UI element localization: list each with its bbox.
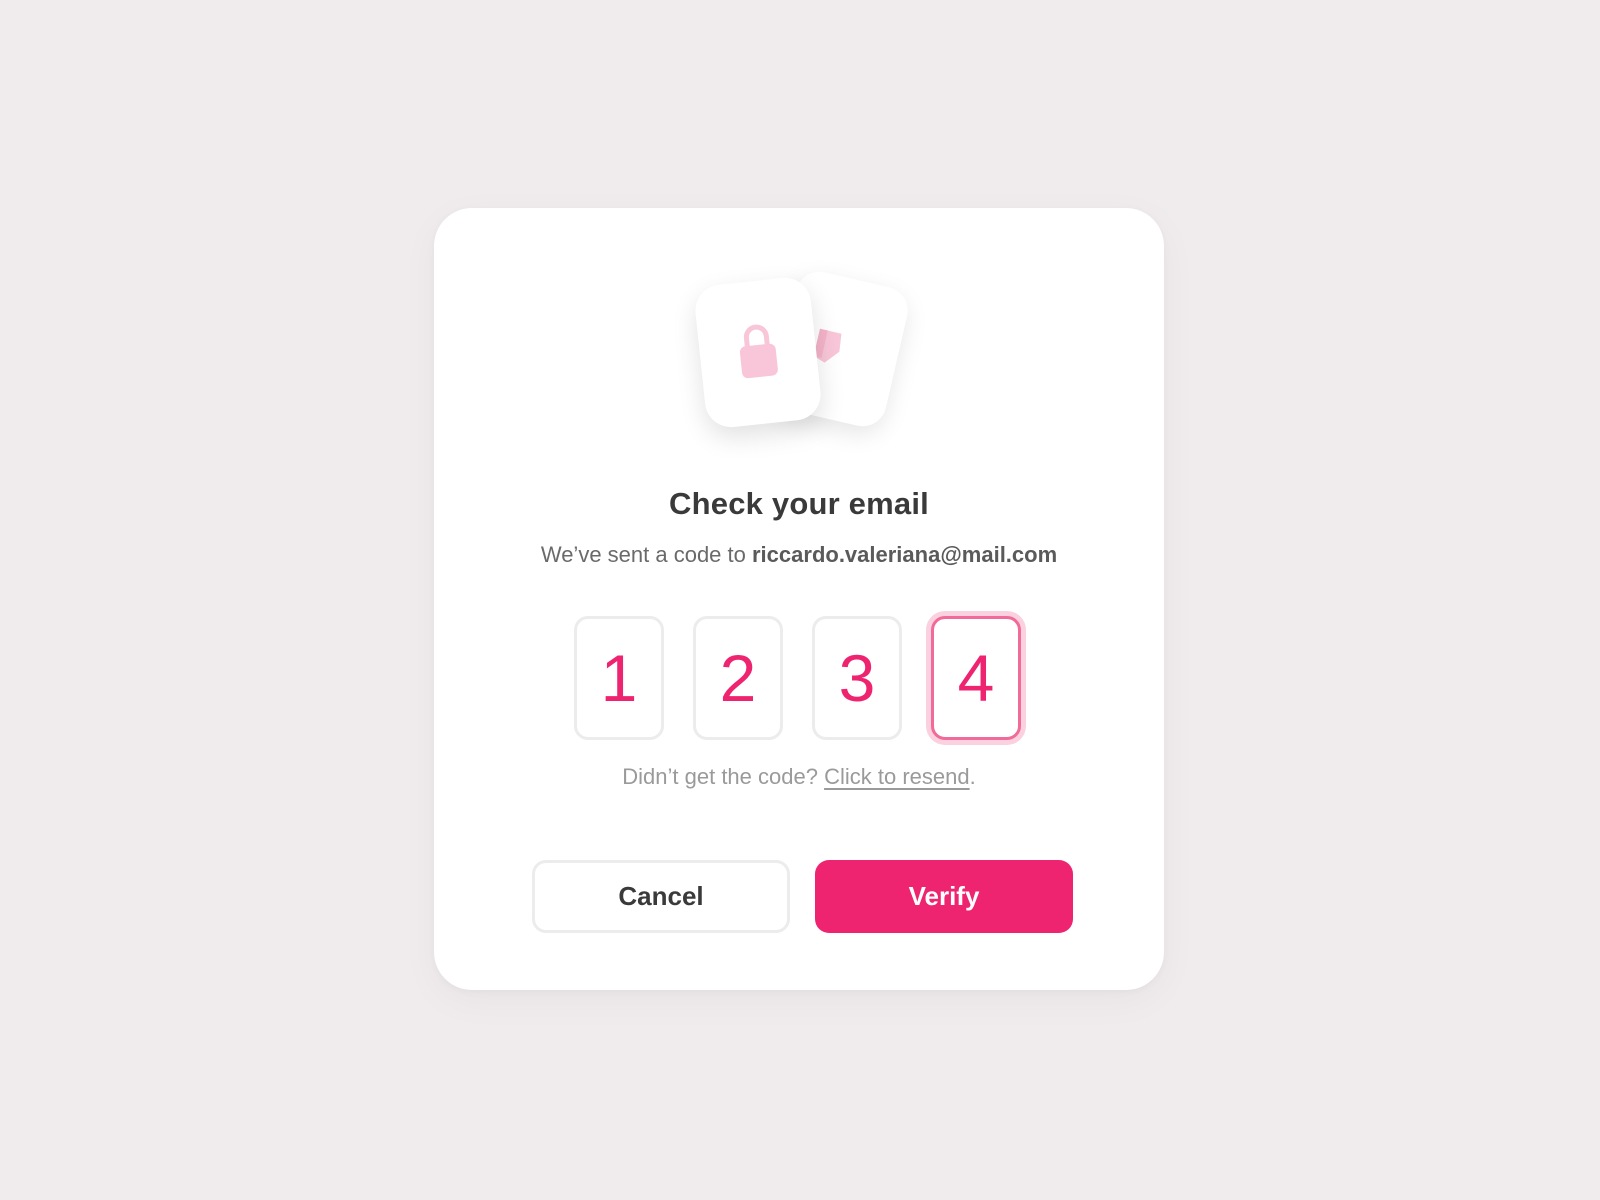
cancel-button[interactable]: Cancel [532,860,790,933]
resend-link[interactable]: Click to resend [824,764,970,789]
verification-dialog: Check your email We’ve sent a code to ri… [434,208,1164,990]
resend-prompt: Didn’t get the code? [622,764,825,789]
recipient-email: riccardo.valeriana@mail.com [752,542,1058,567]
resend-row: Didn’t get the code? Click to resend. [434,764,1164,790]
otp-digit-2[interactable]: 2 [693,616,783,740]
resend-suffix: . [969,764,976,789]
dialog-title: Check your email [669,486,929,521]
dialog-subtitle: We’ve sent a code to riccardo.valeriana@… [434,542,1164,568]
lock-icon [739,324,778,379]
verify-button[interactable]: Verify [815,860,1073,933]
otp-digit-3[interactable]: 3 [812,616,902,740]
otp-digit-4[interactable]: 4 [931,616,1021,740]
subtitle-text: We’ve sent a code to [540,542,752,567]
email-illustration [434,208,1164,448]
otp-input-group: 1 2 3 4 [574,616,1034,746]
otp-digit-1[interactable]: 1 [574,616,664,740]
lock-card [692,275,824,430]
